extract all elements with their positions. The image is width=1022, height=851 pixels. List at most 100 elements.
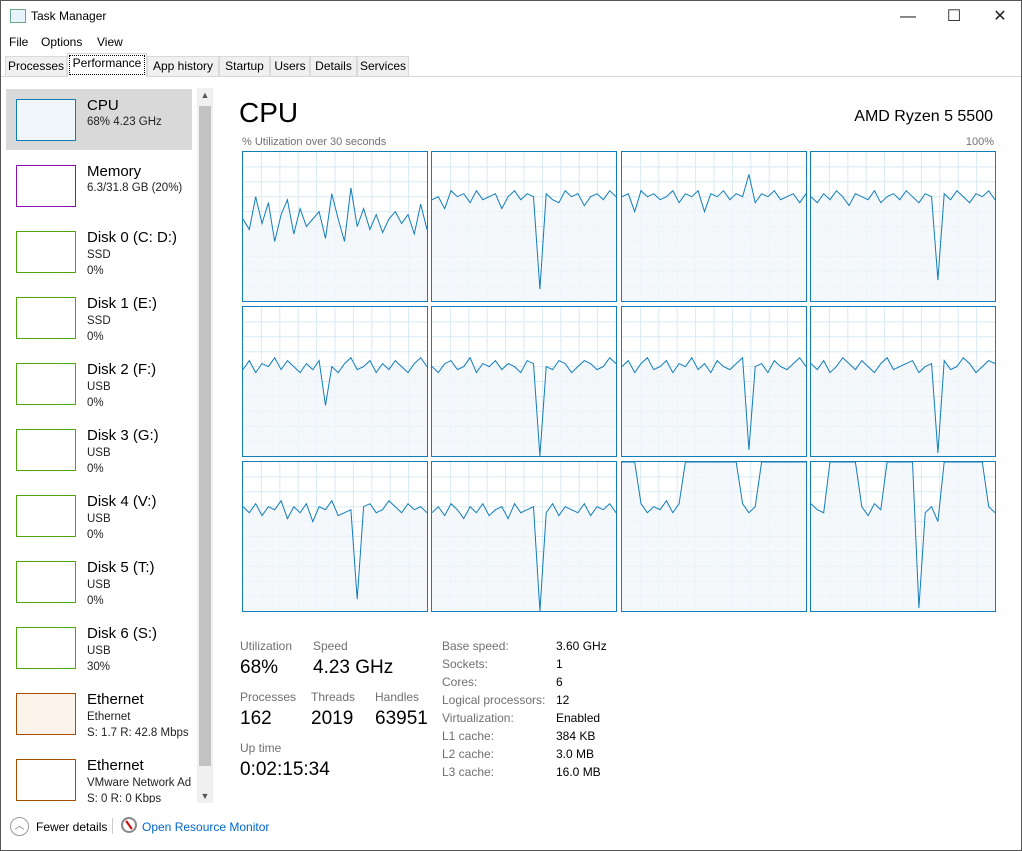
sidebar-thumbnail-graph [16,99,76,141]
utilization-value: 68% [240,657,279,678]
sidebar-item-detail: VMware Network Ad [87,777,192,789]
cpu-core-graph [431,151,617,302]
utilization-area [432,503,616,611]
spec-value: 384 KB [556,729,596,743]
menu-options[interactable]: Options [41,35,82,49]
sidebar-thumbnail-graph [16,561,76,603]
utilization-area [432,190,616,301]
sidebar-thumbnail-graph [16,297,76,339]
sidebar-item-detail: USB [87,645,111,657]
sidebar-item-memory[interactable]: Memory 6.3/31.8 GB (20%) [6,155,192,216]
utilization-area [243,357,427,456]
sidebar-thumbnail-graph [16,759,76,801]
cpu-core-graph [810,151,996,302]
spec-label: Virtualization: [442,711,514,725]
graph-max-label: 100% [965,136,994,148]
tab-startup[interactable]: Startup [219,56,270,77]
tab-performance[interactable]: Performance [67,53,147,77]
sidebar-item-value: 30% [87,661,111,673]
footer-divider [112,818,113,834]
cpu-core-graph [242,151,428,302]
utilization-area [432,357,616,456]
sidebar-item-name: Disk 6 (S:) [87,625,158,642]
close-button[interactable]: ✕ [977,1,1022,32]
title-bar: Task Manager — ☐ ✕ [1,1,1021,32]
menu-view[interactable]: View [97,35,123,49]
utilization-area [622,357,806,456]
scrollbar-thumb[interactable] [199,106,211,766]
graph-caption: % Utilization over 30 seconds [242,136,387,148]
sidebar-thumbnail-graph [16,495,76,537]
sidebar-item-name: Ethernet [87,691,144,708]
spec-value: 6 [556,675,563,689]
cpu-core-graph [621,306,807,457]
sidebar-item-name: Memory [87,163,142,180]
scroll-up-arrow-icon[interactable]: ▲ [197,90,213,100]
sidebar-item-detail: 68% 4.23 GHz [87,116,162,128]
menu-file[interactable]: File [9,35,28,49]
sidebar-item-detail: 6.3/31.8 GB (20%) [87,182,183,194]
window-title: Task Manager [31,9,107,23]
sidebar-item-value: 0% [87,265,104,277]
sidebar-item-value: S: 0 R: 0 Kbps [87,793,162,803]
cpu-core-graph [810,461,996,612]
tab-details[interactable]: Details [310,56,357,77]
sidebar-item-disk-5-t[interactable]: Disk 5 (T:) USB 0% [6,551,192,612]
spec-label: Sockets: [442,657,489,671]
sidebar-item-disk-3-g[interactable]: Disk 3 (G:) USB 0% [6,419,192,480]
resource-sidebar: CPU 68% 4.23 GHz Memory 6.3/31.8 GB (20%… [1,88,197,803]
sidebar-scrollbar[interactable]: ▲ ▼ [197,88,213,803]
sidebar-item-ethernet[interactable]: Ethernet Ethernet S: 1.7 R: 42.8 Mbps [6,683,192,744]
open-resource-monitor-link[interactable]: Open Resource Monitor [142,820,269,834]
sidebar-item-disk-6-s[interactable]: Disk 6 (S:) USB 30% [6,617,192,678]
minimize-button[interactable]: — [885,1,931,32]
page-title: CPU [239,97,299,128]
sidebar-item-detail: SSD [87,249,111,261]
tab-bar: Processes Performance App history Startu… [1,53,1021,77]
threads-label: Threads [311,690,356,704]
utilization-area [243,500,427,611]
sidebar-item-disk-2-f[interactable]: Disk 2 (F:) USB 0% [6,353,192,414]
spec-label: Cores: [442,675,478,689]
sidebar-item-name: Disk 5 (T:) [87,559,155,576]
sidebar-item-name: Disk 0 (C: D:) [87,229,177,246]
utilization-area [811,357,995,456]
sidebar-item-detail: SSD [87,315,111,327]
speed-value: 4.23 GHz [313,657,394,678]
sidebar-item-name: CPU [87,97,119,114]
cpu-core-graph [242,306,428,457]
utilization-label: Utilization [240,639,293,653]
maximize-button[interactable]: ☐ [931,1,977,32]
speed-label: Speed [313,639,348,653]
spec-label: L3 cache: [442,765,495,779]
scroll-down-arrow-icon[interactable]: ▼ [197,791,213,801]
cpu-core-graph [621,461,807,612]
spec-value: 1 [556,657,563,671]
sidebar-item-name: Disk 1 (E:) [87,295,158,312]
spec-value: 16.0 MB [556,765,601,779]
sidebar-item-disk-1-e[interactable]: Disk 1 (E:) SSD 0% [6,287,192,348]
sidebar-thumbnail-graph [16,165,76,207]
resource-monitor-icon [121,817,137,833]
sidebar-item-ethernet[interactable]: Ethernet VMware Network Ad S: 0 R: 0 Kbp… [6,749,192,803]
sidebar-item-cpu[interactable]: CPU 68% 4.23 GHz [6,89,192,150]
utilization-area [811,462,995,611]
cpu-core-graph [621,151,807,302]
sidebar-item-detail: USB [87,381,111,393]
sidebar-item-name: Disk 3 (G:) [87,427,159,444]
processes-value: 162 [240,708,272,729]
tab-users[interactable]: Users [270,56,310,77]
tab-processes[interactable]: Processes [5,56,67,77]
tab-services[interactable]: Services [357,56,409,77]
tab-app-history[interactable]: App history [147,56,219,77]
menu-bar: File Options View [1,32,1021,51]
spec-label: L2 cache: [442,747,495,761]
fewer-details-button[interactable]: Fewer details [36,820,107,834]
chevron-up-icon[interactable]: ︿ [10,817,29,836]
sidebar-item-disk-0-c-d[interactable]: Disk 0 (C: D:) SSD 0% [6,221,192,282]
cpu-model: AMD Ryzen 5 5500 [854,108,993,125]
sidebar-item-value: 0% [87,463,104,475]
spec-value: 3.60 GHz [556,639,607,653]
sidebar-item-disk-4-v[interactable]: Disk 4 (V:) USB 0% [6,485,192,546]
spec-label: Base speed: [442,639,509,653]
